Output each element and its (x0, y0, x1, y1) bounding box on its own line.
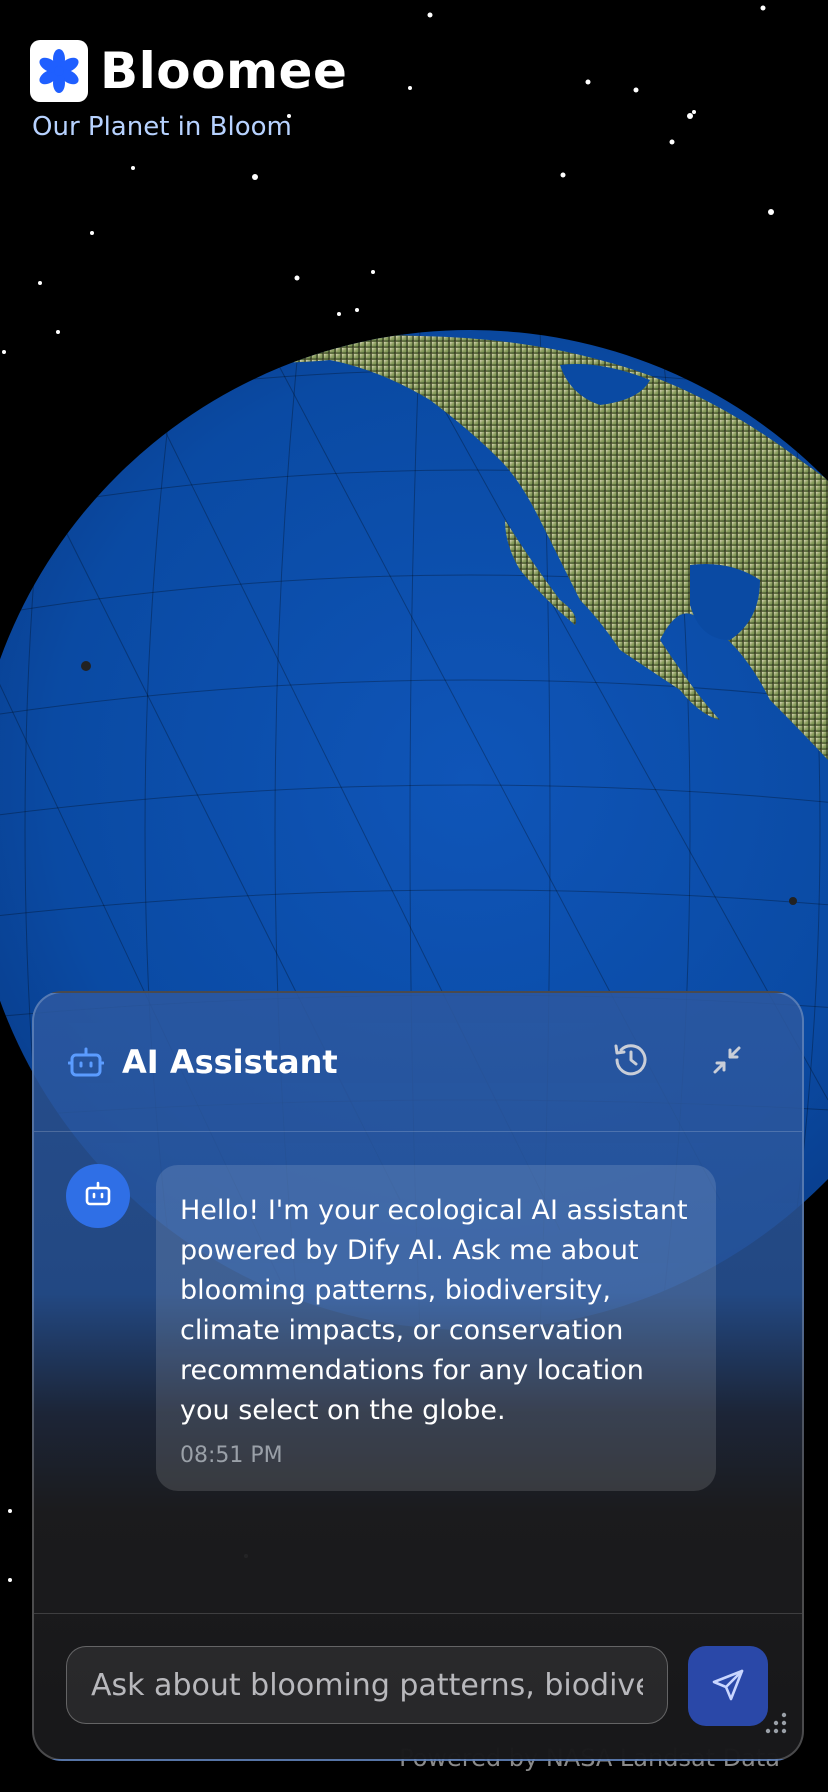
robot-icon (67, 1044, 105, 1080)
chat-input-bar (34, 1613, 802, 1759)
ai-chat-panel: AI Assistant Hello! I'm your ecological … (32, 991, 804, 1761)
history-icon (612, 1041, 650, 1084)
brand-name: Bloomee (100, 42, 348, 100)
minimize-icon (710, 1043, 744, 1082)
send-icon (711, 1668, 745, 1705)
brand-tagline: Our Planet in Bloom (32, 112, 292, 142)
send-button[interactable] (688, 1646, 768, 1726)
assistant-avatar (66, 1164, 130, 1228)
history-button[interactable] (606, 1037, 656, 1087)
chat-header: AI Assistant (34, 993, 802, 1132)
robot-icon (83, 1179, 113, 1214)
message-text: Hello! I'm your ecological AI assistant … (180, 1195, 688, 1426)
brand-row: Bloomee (30, 40, 347, 102)
brand-header: Bloomee Our Planet in Bloom (30, 40, 347, 142)
flower-asterisk-icon (30, 40, 88, 102)
chat-message-input[interactable] (66, 1646, 668, 1724)
resize-handle-icon[interactable] (762, 1709, 790, 1737)
minimize-button[interactable] (702, 1037, 752, 1087)
logo-flower-svg (39, 49, 79, 93)
assistant-message-bubble: Hello! I'm your ecological AI assistant … (156, 1165, 716, 1491)
chat-title: AI Assistant (122, 1043, 338, 1081)
message-timestamp: 08:51 PM (180, 1443, 283, 1468)
